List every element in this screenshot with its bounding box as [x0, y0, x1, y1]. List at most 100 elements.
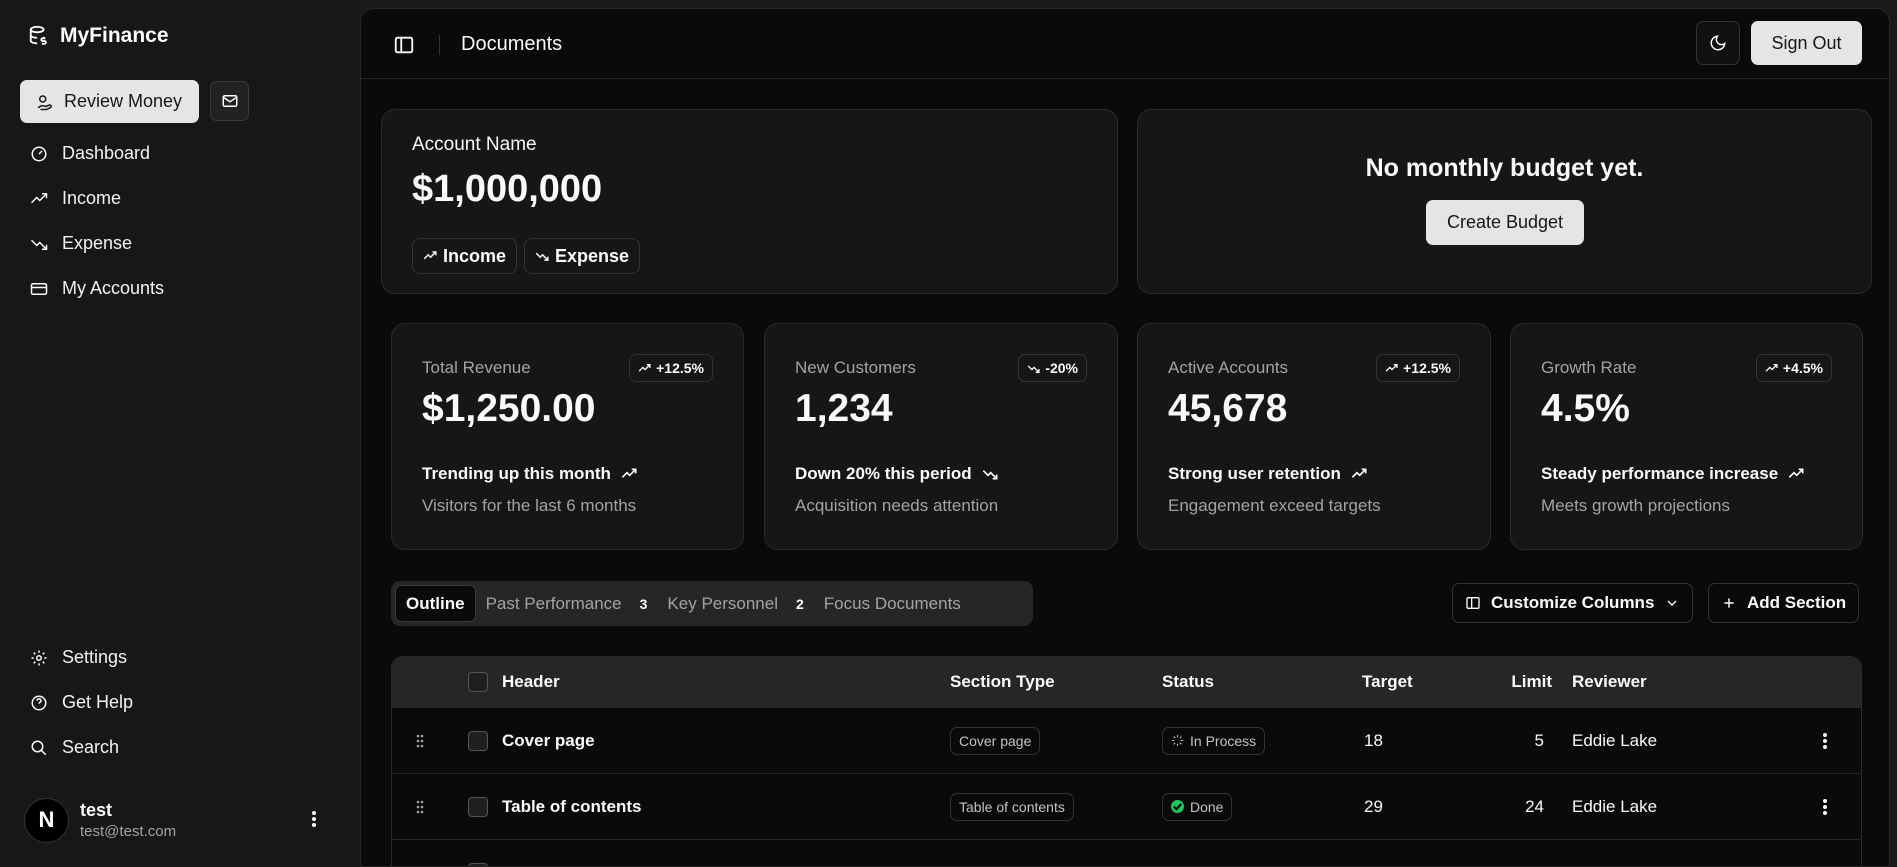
review-money-label: Review Money [64, 91, 183, 111]
column-header-target[interactable]: Target [1362, 657, 1413, 707]
sidebar: MyFinance Review Money Dashboard Income … [0, 0, 360, 867]
tab-outline[interactable]: Outline [395, 585, 476, 622]
trending-up-icon [1765, 363, 1778, 372]
section-type-tag: Cover page [950, 726, 1041, 755]
more-vertical-icon [1823, 732, 1827, 749]
row-checkbox[interactable] [468, 708, 488, 773]
add-section-label: Add Section [1747, 593, 1847, 612]
stat-trend: Strong user retention [1168, 464, 1367, 484]
nav-item-my-accounts[interactable]: My Accounts [20, 266, 340, 311]
column-header-limit[interactable]: Limit [1492, 657, 1552, 707]
main-nav: Dashboard Income Expense My Accounts [20, 131, 340, 311]
trending-up-icon [621, 468, 637, 478]
user-name: test [80, 800, 113, 820]
row-actions-button[interactable] [1822, 774, 1828, 839]
stat-value: $1,250.00 [422, 387, 596, 430]
row-checkbox[interactable] [468, 840, 488, 866]
column-header-reviewer[interactable]: Reviewer [1572, 657, 1647, 707]
search-icon [31, 740, 47, 755]
select-all-checkbox[interactable] [468, 657, 488, 707]
stat-label: Growth Rate [1541, 358, 1637, 377]
row-status: Done [1162, 774, 1233, 839]
stat-trend: Trending up this month [422, 464, 637, 484]
row-target[interactable]: 18 [1364, 708, 1383, 773]
nav-label: Get Help [62, 692, 134, 712]
table-row[interactable]: Cover page Cover page In Process 18 5 Ed… [392, 707, 1861, 773]
tab-key-personnel[interactable]: Key Personnel 2 [657, 585, 813, 622]
tab-label: Key Personnel [667, 593, 778, 613]
more-vertical-icon [312, 811, 316, 827]
stat-badge-value: +12.5% [656, 360, 704, 376]
sign-out-button[interactable]: Sign Out [1751, 21, 1862, 65]
tab-count: 2 [796, 595, 804, 612]
nav-item-get-help[interactable]: Get Help [20, 680, 340, 725]
row-checkbox[interactable] [468, 774, 488, 839]
drag-handle[interactable] [416, 708, 424, 773]
review-money-button[interactable]: Review Money [20, 80, 199, 123]
tab-focus-documents[interactable]: Focus Documents [814, 585, 971, 622]
row-target[interactable]: 29 [1364, 774, 1383, 839]
user-email: test@test.com [80, 823, 177, 840]
row-reviewer[interactable]: Eddie Lake [1572, 774, 1657, 839]
trending-down-icon [1027, 364, 1040, 373]
row-header[interactable]: Cover page [502, 708, 595, 773]
table-row[interactable]: Table of contents Table of contents Done… [392, 773, 1861, 839]
user-menu-button[interactable] [302, 807, 326, 831]
row-status: In Process [1162, 708, 1266, 773]
trending-down-icon [535, 252, 549, 261]
table-row-partial[interactable] [392, 839, 1861, 866]
row-limit[interactable]: 24 [1492, 774, 1544, 839]
loader-icon [1172, 735, 1183, 746]
budget-card: No monthly budget yet. Create Budget [1137, 109, 1872, 294]
status-text: In Process [1190, 732, 1257, 749]
nav-item-settings[interactable]: Settings [20, 635, 340, 680]
row-header[interactable]: Table of contents [502, 774, 641, 839]
nav-item-income[interactable]: Income [20, 176, 340, 221]
row-section-type: Table of contents [950, 774, 1074, 839]
account-name-label: Account Name [412, 134, 537, 155]
column-header-section-type[interactable]: Section Type [950, 657, 1055, 707]
moon-icon [1710, 35, 1726, 51]
sidebar-toggle-button[interactable] [393, 34, 415, 56]
trending-up-icon [1788, 468, 1804, 478]
add-section-button[interactable]: Add Section [1708, 583, 1860, 623]
drag-handle[interactable] [416, 840, 424, 866]
stat-card-new-customers: New Customers -20% 1,234 Down 20% this p… [764, 323, 1118, 550]
trending-up-icon [638, 363, 651, 372]
trending-up-icon [30, 192, 48, 203]
user-info: test test@test.com [80, 800, 176, 840]
plus-icon [1724, 598, 1734, 608]
income-button[interactable]: Income [412, 238, 518, 274]
row-limit[interactable]: 5 [1492, 708, 1544, 773]
status-badge: In Process [1162, 726, 1266, 755]
stat-badge: +4.5% [1755, 354, 1832, 382]
row-reviewer[interactable]: Eddie Lake [1572, 708, 1657, 773]
topbar: Documents Sign Out [361, 9, 1889, 79]
column-header-status[interactable]: Status [1162, 657, 1214, 707]
tab-past-performance[interactable]: Past Performance 3 [476, 585, 658, 622]
stat-trend-text: Down 20% this period [795, 464, 972, 483]
nav-item-dashboard[interactable]: Dashboard [20, 131, 340, 176]
nav-item-search[interactable]: Search [20, 725, 340, 770]
drag-handle[interactable] [416, 774, 424, 839]
theme-toggle-button[interactable] [1696, 21, 1740, 65]
row-section-type: Cover page [950, 708, 1041, 773]
column-header-header[interactable]: Header [502, 657, 560, 707]
create-budget-button[interactable]: Create Budget [1426, 200, 1584, 245]
user-profile[interactable]: N test test@test.com [24, 795, 340, 845]
stat-badge: +12.5% [1376, 354, 1460, 382]
expense-button[interactable]: Expense [524, 238, 641, 274]
stat-badge-value: +12.5% [1403, 360, 1451, 376]
customize-columns-button[interactable]: Customize Columns [1452, 583, 1694, 623]
stat-badge-value: +4.5% [1782, 360, 1823, 376]
stat-subtext: Visitors for the last 6 months [422, 496, 637, 515]
row-actions-button[interactable] [1822, 708, 1828, 773]
budget-empty-title: No monthly budget yet. [1365, 154, 1644, 182]
avatar: N [24, 797, 69, 843]
brand[interactable]: MyFinance [28, 24, 169, 48]
trending-up-icon [423, 251, 437, 260]
status-text: Done [1190, 798, 1224, 815]
trending-down-icon [30, 239, 48, 250]
nav-item-expense[interactable]: Expense [20, 221, 340, 266]
inbox-button[interactable] [210, 81, 249, 121]
